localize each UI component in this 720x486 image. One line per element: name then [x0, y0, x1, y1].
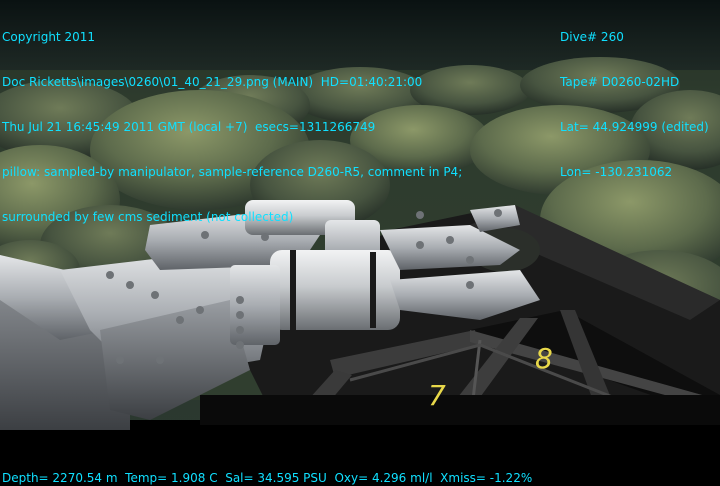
overlay-top-right: Dive# 260 Tape# D0260-02HD Lat= 44.92499… — [560, 0, 709, 195]
overlay-tape: Tape# D0260-02HD — [560, 75, 680, 89]
compartment-number-7: 7 — [428, 379, 446, 412]
compartment-number-8: 8 — [535, 342, 553, 375]
overlay-copyright: Copyright 2011 — [2, 30, 95, 44]
overlay-comment-line-2: surrounded by few cms sediment (not coll… — [2, 210, 294, 224]
overlay-image-path: Doc Ricketts\images\0260\01_40_21_29.png… — [2, 75, 423, 89]
overlay-lon: Lon= -130.231062 — [560, 165, 673, 179]
overlay-comment-line-1: pillow: sampled-by manipulator, sample-r… — [2, 165, 463, 179]
overlay-top-left: Copyright 2011 Doc Ricketts\images\0260\… — [2, 0, 462, 240]
overlay-sensor-readout: Depth= 2270.54 m Temp= 1.908 C Sal= 34.5… — [2, 471, 533, 485]
overlay-lat: Lat= 44.924999 (edited) — [560, 120, 709, 134]
overlay-timestamp: Thu Jul 21 16:45:49 2011 GMT (local +7) … — [2, 120, 376, 134]
overlay-dive: Dive# 260 — [560, 30, 624, 44]
